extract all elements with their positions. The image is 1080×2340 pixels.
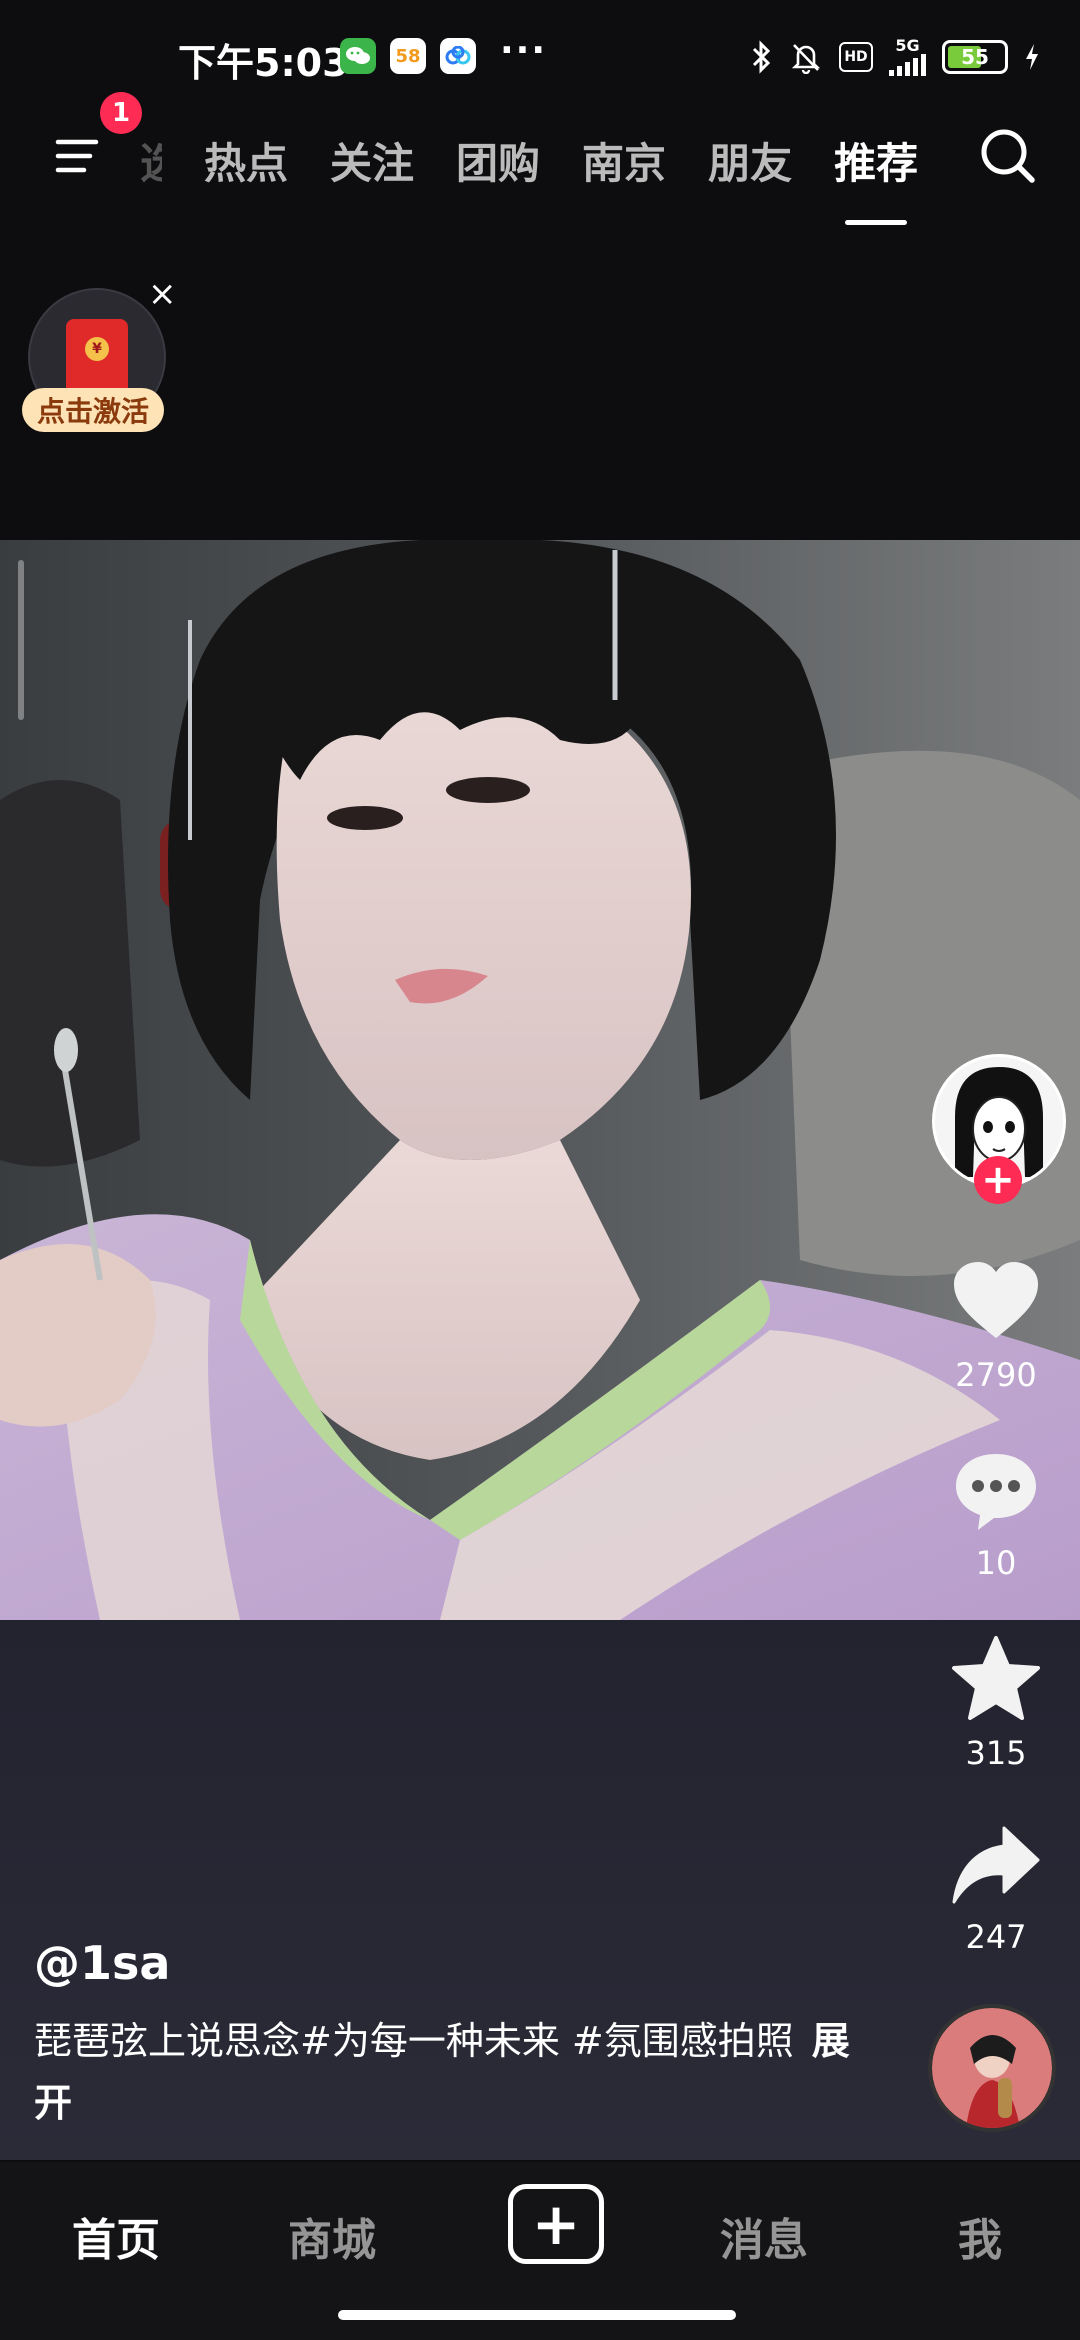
author-name[interactable]: @1sa xyxy=(34,1936,170,1990)
top-navigation: 选 热点 关注 团购 南京 朋友 推荐 xyxy=(0,110,1080,225)
signal-group: 5G xyxy=(889,38,926,76)
feed-tabs: 选 热点 关注 团购 南京 朋友 推荐 xyxy=(140,110,960,225)
more-notifications-indicator: ··· xyxy=(500,30,548,71)
notification-icons: 58 xyxy=(340,38,476,74)
star-icon[interactable] xyxy=(948,1632,1044,1728)
status-bar: 下午5:03 58 ··· HD 5G 55 xyxy=(0,0,1080,115)
scroll-indicator xyxy=(18,560,24,720)
hd-badge: HD xyxy=(839,42,873,72)
battery-indicator: 55 xyxy=(942,40,1008,74)
menu-notification-badge: 1 xyxy=(100,92,142,134)
share-icon[interactable] xyxy=(948,1816,1044,1912)
nav-messages[interactable]: 消息 xyxy=(720,2204,808,2268)
like-count: 2790 xyxy=(955,1356,1037,1394)
tab-recommend-label: 推荐 xyxy=(834,138,919,188)
search-icon[interactable] xyxy=(972,120,1044,192)
nav-me[interactable]: 我 xyxy=(958,2204,1002,2268)
share-count: 247 xyxy=(965,1918,1027,1956)
charging-icon xyxy=(1026,44,1038,70)
music-disc-icon[interactable] xyxy=(928,2004,1056,2132)
post-caption[interactable]: 琵琶弦上说思念#为每一种未来 #氛围感拍照 展开 xyxy=(34,2010,854,2134)
network-type: 5G xyxy=(895,36,920,55)
signal-strength-icon xyxy=(889,54,926,76)
tab-nanjing[interactable]: 南京 xyxy=(582,130,666,191)
wechat-icon xyxy=(340,38,376,74)
red-packet-seal: ¥ xyxy=(85,337,109,361)
menu-icon[interactable] xyxy=(52,128,108,184)
video-content-image[interactable] xyxy=(0,540,1080,1620)
bluetooth-icon xyxy=(752,40,771,74)
58-app-icon: 58 xyxy=(390,38,426,74)
bell-muted-icon xyxy=(791,44,821,74)
create-button[interactable]: + xyxy=(508,2184,604,2264)
comment-icon[interactable] xyxy=(948,1442,1044,1538)
activation-promo[interactable]: ¥ × 点击激活 xyxy=(22,274,177,448)
tab-group-buy[interactable]: 团购 xyxy=(456,130,540,191)
red-packet-icon: ¥ xyxy=(66,319,128,395)
caption-text: 琵琶弦上说思念#为每一种未来 #氛围感拍照 xyxy=(34,2019,794,2063)
system-status-icons: HD 5G 55 xyxy=(751,38,1040,76)
tab-partial[interactable]: 选 xyxy=(140,130,162,191)
comment-action[interactable]: 10 xyxy=(926,1442,1066,1582)
heart-icon[interactable] xyxy=(948,1254,1044,1350)
tab-recommend[interactable]: 推荐 xyxy=(834,130,919,225)
like-action[interactable]: 2790 xyxy=(926,1254,1066,1394)
share-action[interactable]: 247 xyxy=(926,1816,1066,1956)
follow-button[interactable]: + xyxy=(974,1156,1022,1204)
promo-activate-button[interactable]: 点击激活 xyxy=(22,388,164,432)
favorite-count: 315 xyxy=(965,1734,1027,1772)
tab-hot[interactable]: 热点 xyxy=(204,130,288,191)
nav-mall[interactable]: 商城 xyxy=(288,2204,376,2268)
status-time: 下午5:03 xyxy=(178,41,349,85)
baidu-netdisk-icon xyxy=(440,38,476,74)
comment-count: 10 xyxy=(975,1544,1017,1582)
close-icon[interactable]: × xyxy=(148,274,177,314)
active-tab-indicator xyxy=(845,219,908,225)
battery-percent: 55 xyxy=(961,45,989,69)
nav-home[interactable]: 首页 xyxy=(72,2204,160,2268)
favorite-action[interactable]: 315 xyxy=(926,1632,1066,1772)
tab-following[interactable]: 关注 xyxy=(330,130,414,191)
home-indicator[interactable] xyxy=(338,2310,736,2320)
tab-friends[interactable]: 朋友 xyxy=(708,130,792,191)
bottom-navigation: 首页 商城 + 消息 我 xyxy=(0,2162,1080,2340)
